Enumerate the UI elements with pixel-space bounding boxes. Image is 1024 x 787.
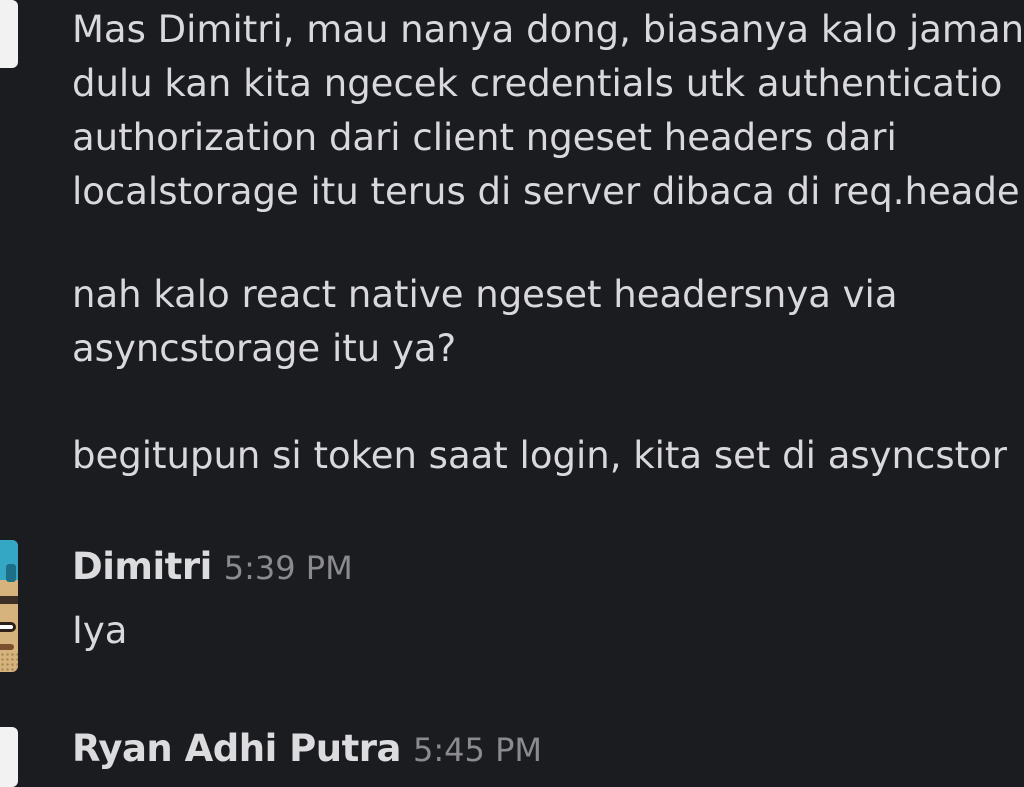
message-timestamp[interactable]: 5:45 PM <box>413 731 542 769</box>
previous-sender-avatar[interactable] <box>0 0 18 68</box>
avatar-texture <box>0 652 18 672</box>
avatar-band <box>0 596 18 604</box>
avatar-eye <box>0 622 16 632</box>
message-paragraph-3: begitupun si token saat login, kita set … <box>72 434 1007 477</box>
avatar-mouth <box>0 644 14 650</box>
sender-name[interactable]: Dimitri <box>72 545 212 588</box>
message-text-dimitri: Iya <box>72 609 128 652</box>
message-header-dimitri: Dimitri 5:39 PM <box>72 545 353 588</box>
message-paragraph-2: nah kalo react native ngeset headersnya … <box>72 273 898 370</box>
sender-name[interactable]: Ryan Adhi Putra <box>72 727 402 770</box>
avatar-hair-shade <box>6 564 16 582</box>
ryan-avatar[interactable] <box>0 727 18 787</box>
dimitri-avatar[interactable] <box>0 540 18 672</box>
message-paragraph-1: Mas Dimitri, mau nanya dong, biasanya ka… <box>72 8 1024 213</box>
message-header-ryan: Ryan Adhi Putra 5:45 PM <box>72 727 542 770</box>
message-timestamp[interactable]: 5:39 PM <box>224 549 353 587</box>
